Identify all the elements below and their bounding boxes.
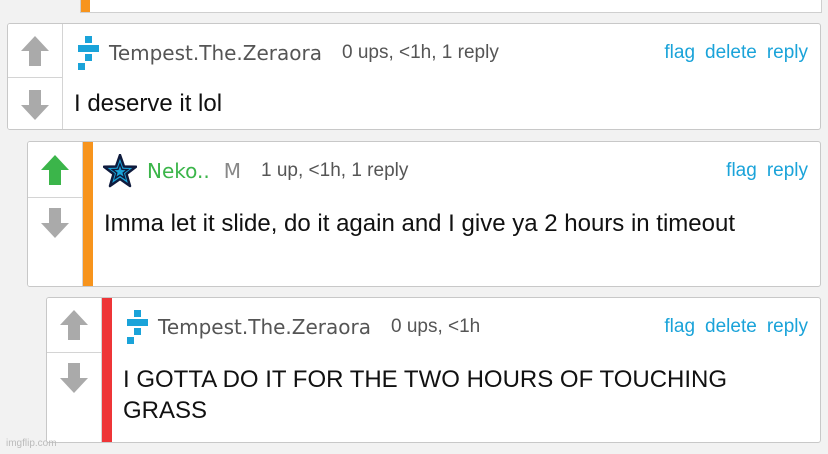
comment-meta: 0 ups, <1h, 1 reply xyxy=(341,42,499,63)
thread-stripe xyxy=(102,298,112,442)
comment-card: Tempest.The.Zeraora 0 ups, <1h, 1 reply … xyxy=(7,23,821,130)
vote-column xyxy=(28,142,83,286)
comment-meta: 0 ups, <1h xyxy=(390,316,481,337)
comment-body: Tempest.The.Zeraora 0 ups, <1h flag dele… xyxy=(112,298,820,442)
comment-card: Neko.. M 1 up, <1h, 1 reply flag reply I… xyxy=(27,141,821,287)
username[interactable]: Tempest.The.Zeraora xyxy=(109,41,322,65)
down-arrow-icon xyxy=(21,89,49,120)
comment-card: Tempest.The.Zeraora 0 ups, <1h flag dele… xyxy=(46,297,821,443)
previous-comment-card xyxy=(80,0,822,13)
vote-column xyxy=(47,298,102,442)
delete-link[interactable]: delete xyxy=(705,316,757,338)
downvote-button[interactable] xyxy=(47,353,101,403)
down-arrow-icon xyxy=(60,363,88,393)
up-arrow-icon xyxy=(60,310,88,340)
username[interactable]: Neko.. xyxy=(147,159,210,183)
upvote-button[interactable] xyxy=(28,142,82,197)
up-arrow-icon xyxy=(41,154,69,185)
reply-link[interactable]: reply xyxy=(767,42,808,64)
up-arrow-icon xyxy=(21,35,49,66)
delete-link[interactable]: delete xyxy=(705,42,757,64)
flag-link[interactable]: flag xyxy=(664,316,695,338)
flag-link[interactable]: flag xyxy=(726,160,757,182)
comment-text: I GOTTA DO IT FOR THE TWO HOURS OF TOUCH… xyxy=(123,366,728,424)
thread-stripe xyxy=(83,142,93,286)
downvote-button[interactable] xyxy=(8,78,62,129)
downvote-button[interactable] xyxy=(28,198,82,248)
comment-body: Neko.. M 1 up, <1h, 1 reply flag reply I… xyxy=(93,142,820,286)
comment-meta: 1 up, <1h, 1 reply xyxy=(261,160,409,181)
star-icon xyxy=(103,154,137,188)
upvote-button[interactable] xyxy=(8,24,62,77)
comment-actions: flag delete reply xyxy=(664,42,808,64)
vote-column xyxy=(8,24,63,129)
comment-body: Tempest.The.Zeraora 0 ups, <1h, 1 reply … xyxy=(63,24,820,129)
username[interactable]: Tempest.The.Zeraora xyxy=(158,315,371,339)
watermark: imgflip.com xyxy=(6,438,57,449)
comment-header: Tempest.The.Zeraora 0 ups, <1h, 1 reply … xyxy=(63,36,820,70)
upvote-button[interactable] xyxy=(47,298,101,352)
comment-actions: flag delete reply xyxy=(664,316,808,338)
blue-plus-icon xyxy=(127,310,148,344)
comment-actions: flag reply xyxy=(726,160,808,182)
blue-plus-icon xyxy=(78,36,99,70)
reply-link[interactable]: reply xyxy=(767,316,808,338)
reply-link[interactable]: reply xyxy=(767,160,808,182)
comment-header: Tempest.The.Zeraora 0 ups, <1h flag dele… xyxy=(112,310,820,344)
flag-link[interactable]: flag xyxy=(664,42,695,64)
comment-text: I deserve it lol xyxy=(74,90,223,117)
comment-text: Imma let it slide, do it again and I giv… xyxy=(104,210,735,237)
thread-stripe xyxy=(81,0,90,12)
mod-badge: M xyxy=(223,159,241,183)
comment-header: Neko.. M 1 up, <1h, 1 reply flag reply xyxy=(93,154,820,188)
down-arrow-icon xyxy=(41,208,69,238)
